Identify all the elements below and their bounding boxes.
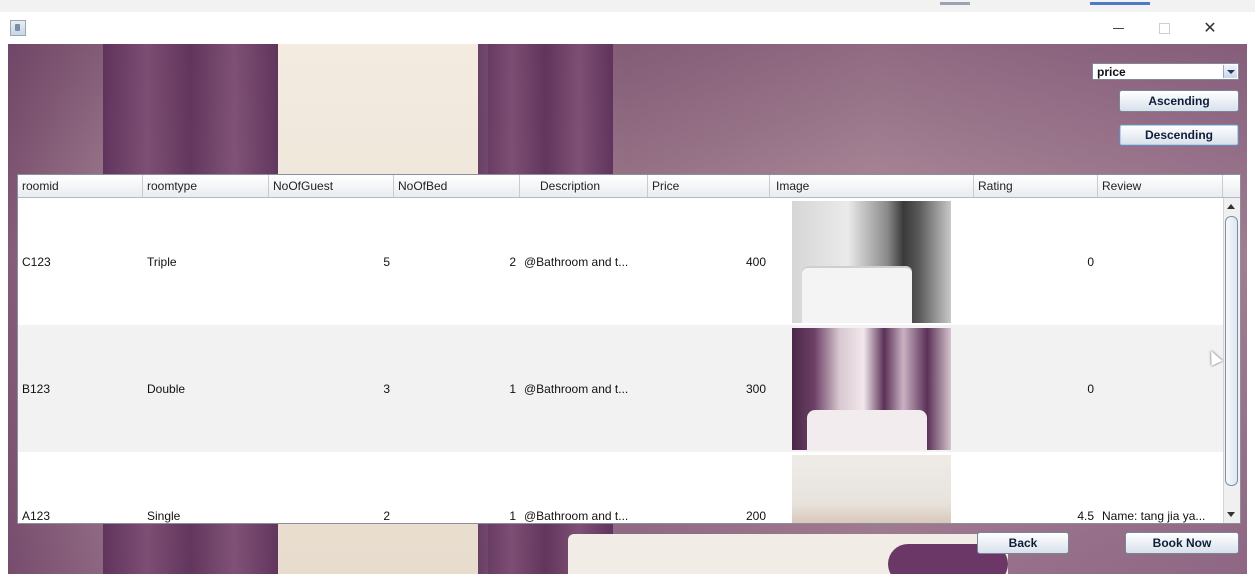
room-photo (792, 200, 951, 323)
cell-review: Name: tang jia ya... (1102, 508, 1206, 523)
close-button[interactable]: ✕ (1187, 12, 1233, 44)
scroll-down-arrow-icon[interactable] (1227, 512, 1235, 517)
cell-rating: 0 (1087, 381, 1094, 396)
col-header-guests[interactable]: NoOfGuest (269, 175, 394, 197)
col-header-image[interactable]: Image (770, 175, 974, 197)
cell-image (792, 452, 952, 523)
back-button[interactable]: Back (977, 532, 1069, 554)
title-bar: ✕ (0, 12, 1255, 44)
room-photo (792, 454, 951, 523)
maximize-icon (1158, 22, 1170, 34)
table-row[interactable]: A123 Single 2 1 @Bathroom and t... 200 4… (18, 452, 1223, 523)
cell-price: 400 (745, 254, 766, 269)
cell-roomtype: Double (147, 381, 186, 396)
cell-guests: 3 (383, 381, 390, 396)
scrollbar-thumb[interactable] (1225, 216, 1238, 486)
cell-roomid: A123 (22, 508, 51, 523)
col-header-description[interactable]: Description (520, 175, 648, 197)
cell-image (792, 325, 952, 452)
cell-price: 300 (745, 381, 766, 396)
table-vertical-scrollbar[interactable] (1223, 198, 1240, 523)
close-icon: ✕ (1203, 20, 1217, 37)
cell-rating: 0 (1087, 254, 1094, 269)
table-body: C123 Triple 5 2 @Bathroom and t... 400 0… (18, 198, 1223, 523)
ascending-button[interactable]: Ascending (1119, 90, 1239, 112)
minimize-button[interactable] (1095, 12, 1141, 44)
desktop-strip (0, 0, 1255, 12)
table-row[interactable]: B123 Double 3 1 @Bathroom and t... 300 0 (18, 325, 1223, 452)
rooms-table: roomid roomtype NoOfGuest NoOfBed Descri… (17, 174, 1241, 524)
minimize-icon (1112, 27, 1124, 29)
cell-description: @Bathroom and t... (524, 254, 629, 269)
cell-description: @Bathroom and t... (524, 508, 629, 523)
table-header: roomid roomtype NoOfGuest NoOfBed Descri… (18, 175, 1240, 198)
taskbar-glimpse (940, 2, 970, 5)
maximize-button[interactable] (1141, 12, 1187, 44)
scroll-up-arrow-icon[interactable] (1227, 204, 1235, 209)
cell-roomtype: Triple (147, 254, 177, 269)
chevron-down-icon (1223, 65, 1237, 78)
sort-field-select[interactable]: price (1092, 63, 1239, 80)
sort-field-value: price (1097, 65, 1126, 79)
cell-guests: 2 (383, 508, 390, 523)
col-header-roomid[interactable]: roomid (18, 175, 143, 197)
taskbar-glimpse (1090, 2, 1150, 5)
col-header-review[interactable]: Review (1098, 175, 1223, 197)
cell-roomid: B123 (22, 381, 51, 396)
book-now-button[interactable]: Book Now (1125, 532, 1239, 554)
app-window: ✕ price Ascending Descending roomid room… (0, 12, 1255, 574)
java-app-icon (10, 20, 26, 36)
cell-beds: 1 (509, 508, 516, 523)
cell-review (1098, 198, 1223, 325)
cell-description: @Bathroom and t... (524, 381, 629, 396)
col-header-rating[interactable]: Rating (974, 175, 1098, 197)
cell-review (1098, 325, 1223, 452)
cell-roomtype: Single (147, 508, 181, 523)
table-row[interactable]: C123 Triple 5 2 @Bathroom and t... 400 0 (18, 198, 1223, 325)
descending-button[interactable]: Descending (1119, 124, 1239, 146)
col-header-beds[interactable]: NoOfBed (394, 175, 520, 197)
col-header-roomtype[interactable]: roomtype (143, 175, 269, 197)
cell-beds: 2 (509, 254, 516, 269)
col-header-price[interactable]: Price (648, 175, 770, 197)
cell-beds: 1 (509, 381, 516, 396)
cell-guests: 5 (383, 254, 390, 269)
cell-price: 200 (745, 508, 766, 523)
room-photo (792, 327, 951, 450)
cell-rating: 4.5 (1077, 508, 1094, 523)
cell-image (792, 198, 952, 325)
cell-roomid: C123 (22, 254, 51, 269)
